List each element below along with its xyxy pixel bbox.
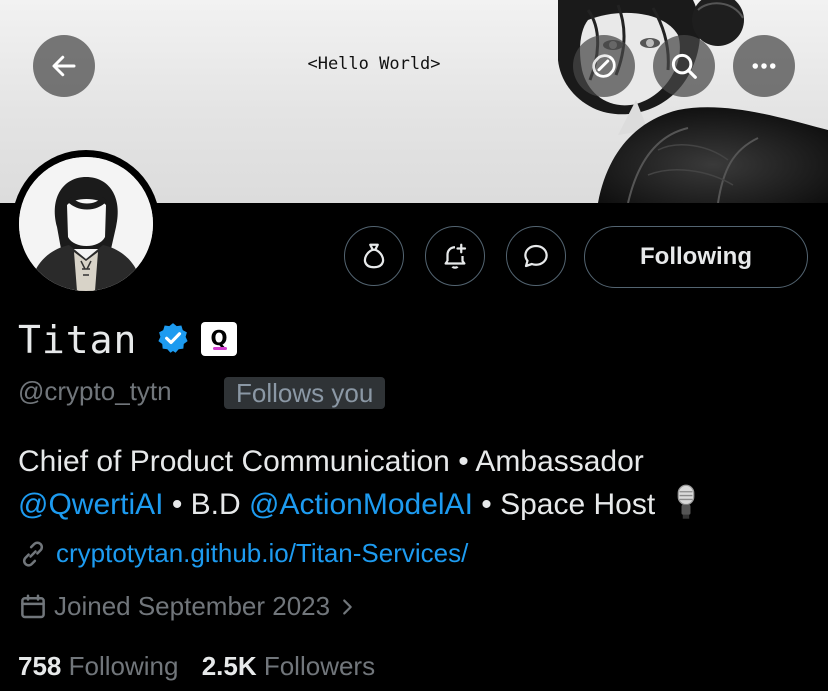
- verified-badge-icon[interactable]: [156, 321, 190, 355]
- tip-button[interactable]: [344, 226, 404, 286]
- joined-date: Joined September 2023: [54, 591, 331, 621]
- search-button[interactable]: [653, 35, 715, 97]
- followers-count: 2.5K: [201, 651, 257, 681]
- mention-link[interactable]: @ActionModelAI: [249, 488, 473, 521]
- following-button[interactable]: Following: [584, 226, 808, 288]
- avatar[interactable]: [12, 150, 160, 298]
- calendar-icon: [21, 594, 45, 618]
- search-icon: [671, 53, 697, 79]
- joined-row[interactable]: Joined September 2023: [18, 591, 358, 622]
- follows-you-badge: Follows you: [224, 377, 386, 409]
- grok-button[interactable]: [573, 35, 635, 97]
- website-row: cryptotytan.github.io/Titan-Services/: [18, 538, 468, 569]
- affiliate-badge-underline: [213, 347, 227, 350]
- following-stat[interactable]: 758 Following: [18, 651, 178, 681]
- followers-stat[interactable]: 2.5K Followers: [202, 651, 375, 681]
- back-button[interactable]: [33, 35, 95, 97]
- message-icon: [524, 244, 548, 268]
- bio-text: • Space Host: [472, 488, 656, 521]
- arrow-left-icon: [52, 55, 76, 77]
- chevron-right-icon: [343, 598, 352, 615]
- user-handle: @crypto_tytn: [18, 376, 172, 406]
- display-name: Titan: [18, 318, 138, 362]
- avatar-image: [19, 157, 153, 291]
- banner-anime-illustration: [558, 0, 828, 203]
- money-bag-icon: [363, 243, 385, 269]
- notifications-button[interactable]: [425, 226, 485, 286]
- bio-line-2: @QwertiAI • B.D @ActionModelAI • Space H…: [18, 483, 818, 526]
- microphone-emoji: [677, 484, 694, 519]
- more-button[interactable]: [733, 35, 795, 97]
- bell-plus-icon: [444, 243, 467, 269]
- bio-line-1: Chief of Product Communication • Ambassa…: [18, 445, 644, 478]
- mention-link[interactable]: @QwertiAI: [18, 488, 163, 521]
- followers-label: Followers: [263, 651, 376, 681]
- affiliate-badge[interactable]: Q: [201, 322, 237, 356]
- profile-bio: Chief of Product Communication • Ambassa…: [18, 440, 818, 526]
- more-icon: [752, 63, 776, 69]
- message-button[interactable]: [506, 226, 566, 286]
- link-icon: [22, 540, 44, 567]
- bio-text: • B.D: [163, 488, 250, 521]
- grok-icon: [592, 54, 616, 78]
- website-link[interactable]: cryptotytan.github.io/Titan-Services/: [56, 538, 468, 569]
- follow-stats: 758 Following 2.5K Followers: [18, 651, 375, 682]
- following-count: 758: [18, 651, 62, 681]
- banner-caption: <Hello World>: [307, 54, 441, 74]
- following-label: Following: [68, 651, 179, 681]
